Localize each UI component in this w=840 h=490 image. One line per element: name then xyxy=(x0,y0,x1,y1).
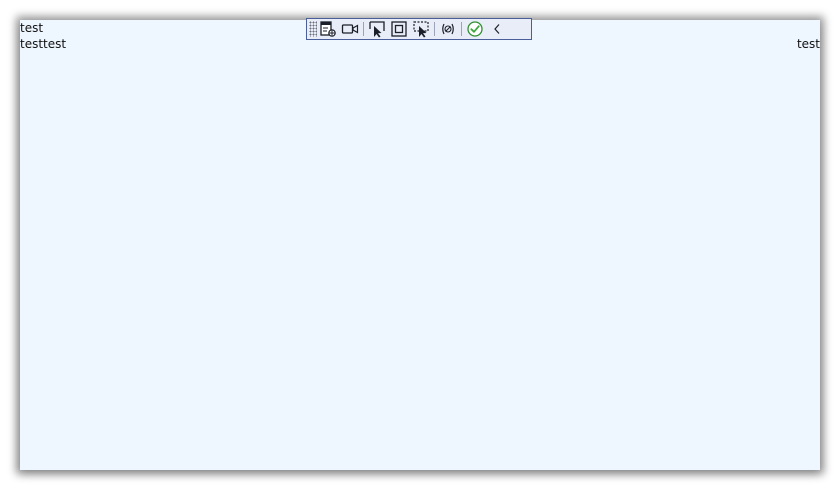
frame-select-button[interactable] xyxy=(388,19,410,39)
toolbar-grip-handle[interactable] xyxy=(309,21,317,37)
confirm-button[interactable] xyxy=(464,19,486,39)
select-element-button[interactable] xyxy=(317,19,339,39)
toolbar-separator xyxy=(363,22,364,36)
toggle-binding-button[interactable] xyxy=(437,19,459,39)
select-element-icon xyxy=(320,21,336,37)
toolbar-separator xyxy=(461,22,462,36)
record-video-button[interactable] xyxy=(339,19,361,39)
frame-select-icon xyxy=(391,21,407,37)
pointer-select-button[interactable] xyxy=(366,19,388,39)
confirm-check-icon xyxy=(467,21,483,37)
pointer-select-icon xyxy=(369,21,385,38)
record-video-icon xyxy=(341,24,359,34)
text-line-1: test xyxy=(20,21,44,35)
collapse-toolbar-button[interactable] xyxy=(486,19,508,39)
debug-toolbar xyxy=(306,18,532,40)
text-line-2-right: test xyxy=(796,37,820,51)
region-select-button[interactable] xyxy=(410,19,432,39)
toggle-binding-icon xyxy=(442,23,454,35)
app-window: test testtest test xyxy=(20,18,820,470)
collapse-chevron-icon xyxy=(494,24,500,34)
region-select-icon xyxy=(413,21,429,38)
toolbar-separator xyxy=(434,22,435,36)
text-line-2-left: testtest xyxy=(20,37,67,51)
